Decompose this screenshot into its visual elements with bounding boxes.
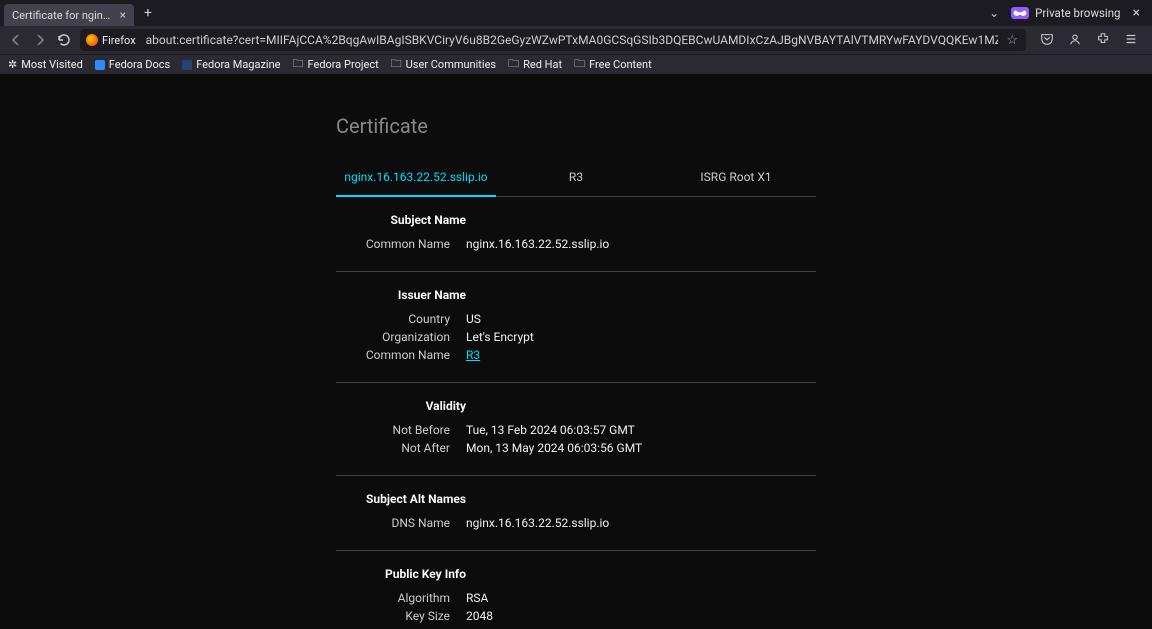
forward-button (32, 32, 48, 48)
private-browsing-indicator: Private browsing (1011, 6, 1120, 20)
bookmark-user-communities[interactable]: 🗀User Communities (391, 55, 496, 74)
tab-intermediate-cert[interactable]: R3 (496, 158, 656, 196)
section-issuer-name: Issuer Name CountryUS OrganizationLet's … (336, 272, 816, 383)
content-area: Certificate nginx.16.163.22.52.sslip.io … (0, 74, 1152, 629)
row-not-after: Not AfterMon, 13 May 2024 06:03:56 GMT (336, 439, 816, 457)
back-button[interactable] (8, 32, 24, 48)
field-value: R3 (466, 346, 816, 364)
field-label: Not Before (336, 421, 466, 439)
field-value: RSA (466, 589, 816, 607)
row-common-name: Common Name nginx.16.163.22.52.sslip.io (336, 235, 816, 253)
section-heading: Public Key Info (336, 567, 466, 581)
field-value: Let's Encrypt (466, 328, 816, 346)
account-icon[interactable] (1068, 31, 1082, 50)
folder-icon: 🗀 (391, 55, 402, 74)
field-value: 65537 (466, 625, 816, 629)
favicon (182, 60, 192, 70)
reload-button[interactable] (56, 32, 72, 48)
gear-icon: ✲ (8, 58, 17, 71)
section-subject-name: Subject Name Common Name nginx.16.163.22… (336, 197, 816, 272)
folder-icon: 🗀 (574, 55, 585, 74)
bookmark-free-content[interactable]: 🗀Free Content (574, 55, 652, 74)
favicon (95, 60, 105, 70)
row-not-before: Not BeforeTue, 13 Feb 2024 06:03:57 GMT (336, 421, 816, 439)
row-exponent: Exponent65537 (336, 625, 816, 629)
issuer-link[interactable]: R3 (466, 348, 480, 362)
field-value: nginx.16.163.22.52.sslip.io (466, 235, 816, 253)
firefox-icon (86, 34, 98, 46)
page-title: Certificate (336, 114, 816, 138)
folder-icon: 🗀 (293, 55, 304, 74)
all-tabs-chevron-icon[interactable]: ⌄ (989, 6, 999, 20)
field-label: DNS Name (336, 514, 466, 532)
field-value: 2048 (466, 607, 816, 625)
tab-title: Certificate for nginx.16.163.2… (12, 9, 114, 22)
field-label: Key Size (336, 607, 466, 625)
row-common-name: Common NameR3 (336, 346, 816, 364)
private-browsing-label: Private browsing (1035, 6, 1120, 20)
folder-icon: 🗀 (508, 55, 519, 74)
field-value: Mon, 13 May 2024 06:03:56 GMT (466, 439, 816, 457)
field-label: Common Name (336, 235, 466, 253)
close-tab-icon[interactable]: × (120, 8, 126, 22)
bookmark-red-hat[interactable]: 🗀Red Hat (508, 55, 562, 74)
tab-strip: Certificate for nginx.16.163.2… × + ⌄ Pr… (0, 0, 1152, 26)
cert-chain-tabs: nginx.16.163.22.52.sslip.io R3 ISRG Root… (336, 158, 816, 197)
tab-leaf-cert[interactable]: nginx.16.163.22.52.sslip.io (336, 158, 496, 196)
field-label: Algorithm (336, 589, 466, 607)
row-organization: OrganizationLet's Encrypt (336, 328, 816, 346)
save-pocket-icon[interactable] (1040, 31, 1054, 50)
field-value: US (466, 310, 816, 328)
row-key-size: Key Size2048 (336, 607, 816, 625)
browser-tab-active[interactable]: Certificate for nginx.16.163.2… × (4, 4, 134, 26)
section-heading: Subject Name (336, 213, 466, 227)
section-heading: Issuer Name (336, 288, 466, 302)
field-value: Tue, 13 Feb 2024 06:03:57 GMT (466, 421, 816, 439)
section-heading: Subject Alt Names (336, 492, 466, 506)
bookmark-fedora-magazine[interactable]: Fedora Magazine (182, 58, 280, 71)
bookmarks-toolbar: ✲Most Visited Fedora Docs Fedora Magazin… (0, 54, 1152, 74)
section-subject-alt-names: Subject Alt Names DNS Namenginx.16.163.2… (336, 476, 816, 551)
extensions-icon[interactable] (1096, 31, 1110, 50)
row-country: CountryUS (336, 310, 816, 328)
identity-label: Firefox (102, 34, 136, 47)
site-identity[interactable]: Firefox (80, 34, 142, 47)
section-public-key-info: Public Key Info AlgorithmRSA Key Size204… (336, 551, 816, 629)
toolbar-buttons (1034, 31, 1144, 50)
field-label: Exponent (336, 625, 466, 629)
nav-bar: Firefox about:certificate?cert=MIIFAjCCA… (0, 26, 1152, 54)
bookmark-fedora-project[interactable]: 🗀Fedora Project (293, 55, 379, 74)
url-text: about:certificate?cert=MIIFAjCCA%2BqgAwI… (142, 33, 999, 47)
url-bar[interactable]: Firefox about:certificate?cert=MIIFAjCCA… (80, 29, 1026, 51)
row-algorithm: AlgorithmRSA (336, 589, 816, 607)
field-label: Organization (336, 328, 466, 346)
bookmark-fedora-docs[interactable]: Fedora Docs (95, 58, 170, 71)
bookmark-most-visited[interactable]: ✲Most Visited (8, 58, 83, 71)
new-tab-button[interactable]: + (140, 5, 156, 21)
field-label: Not After (336, 439, 466, 457)
field-value: nginx.16.163.22.52.sslip.io (466, 514, 816, 532)
section-heading: Validity (336, 399, 466, 413)
field-label: Country (336, 310, 466, 328)
row-dns-name: DNS Namenginx.16.163.22.52.sslip.io (336, 514, 816, 532)
close-window-icon[interactable]: × (1133, 5, 1140, 21)
field-label: Common Name (336, 346, 466, 364)
private-mask-icon (1011, 7, 1029, 19)
bookmark-star-icon[interactable]: ☆ (998, 33, 1026, 48)
section-validity: Validity Not BeforeTue, 13 Feb 2024 06:0… (336, 383, 816, 476)
tab-root-cert[interactable]: ISRG Root X1 (656, 158, 816, 196)
app-menu-icon[interactable] (1124, 31, 1138, 50)
